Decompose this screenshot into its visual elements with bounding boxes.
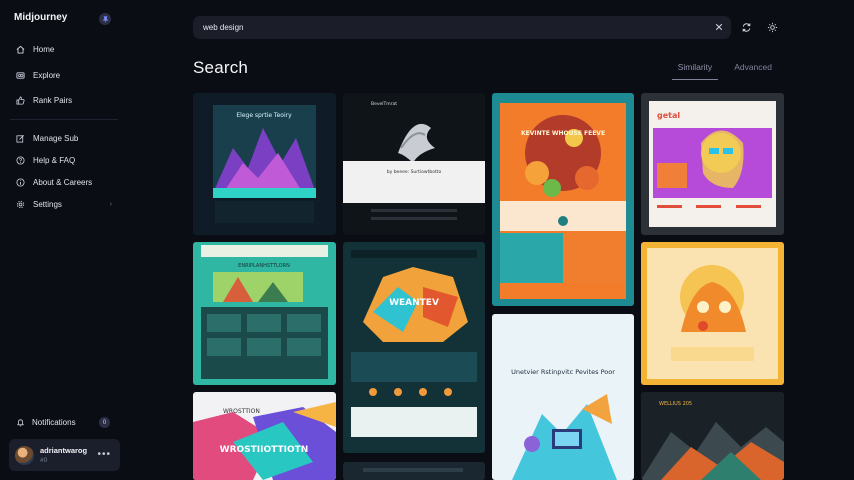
nav-item-label: Rank Pairs — [33, 96, 73, 106]
notifications-label: Notifications — [32, 417, 76, 427]
info-icon — [16, 177, 25, 187]
result-image-caption: WROSTIIOTTIOTN — [220, 445, 309, 455]
search-input[interactable]: web design — [193, 16, 731, 39]
nav-item-home[interactable]: Home — [10, 37, 118, 63]
result-image-card[interactable]: WROSTTION WROSTIIOTTIOTN — [193, 392, 336, 480]
result-image-card[interactable]: getal — [641, 93, 784, 235]
chevron-right-icon: › — [109, 200, 112, 208]
explore-icon — [16, 72, 25, 79]
nav-item-settings[interactable]: Settings › — [10, 193, 118, 215]
result-image-caption: by beeee: Surtiowtbotto — [387, 169, 442, 175]
nav-item-label: About & Careers — [33, 177, 93, 187]
thumbs-up-icon — [16, 96, 25, 105]
nav-item-label: Manage Sub — [33, 133, 79, 143]
result-image-caption: WEANTEV — [389, 298, 439, 308]
result-image-caption: getal — [657, 111, 680, 120]
result-image-caption: KEVINTE WHOUSE FEEVE — [521, 130, 605, 137]
nav-item-about[interactable]: About & Careers — [10, 171, 118, 193]
nav-item-label: Explore — [33, 70, 61, 80]
result-image-card[interactable] — [641, 242, 784, 385]
edit-icon — [16, 134, 24, 143]
nav-item-manage-sub[interactable]: Manage Sub — [10, 127, 118, 149]
nav-item-help[interactable]: Help & FAQ — [10, 149, 118, 171]
result-image-caption: Unetvier Rstinpvitc Pevites Poor — [511, 368, 615, 376]
result-image-card[interactable]: Elege sprtie Teoiry — [193, 93, 336, 235]
page-title: Search — [193, 58, 249, 77]
notifications-count-badge: 0 — [99, 417, 110, 428]
result-image-card[interactable]: BevelTmrat by beeee: Surtiowtbotto — [343, 93, 485, 235]
result-image-caption: BevelTmrat — [371, 101, 397, 107]
more-options-icon[interactable]: ••• — [97, 449, 111, 460]
sidebar-divider — [10, 119, 118, 120]
nav-item-rank-pairs[interactable]: Rank Pairs — [10, 88, 118, 114]
nav-item-explore[interactable]: Explore — [10, 63, 118, 89]
main-nav: Home Explore Rank Pairs — [10, 37, 118, 114]
search-input-value: web design — [203, 23, 244, 32]
help-icon — [16, 155, 25, 165]
sidebar: Midjourney Home Explore Rank Pairs Manag… — [0, 0, 124, 480]
nav-item-label: Help & FAQ — [33, 155, 76, 165]
secondary-nav: Manage Sub Help & FAQ About & Careers Se… — [10, 127, 118, 215]
tab-similarity[interactable]: Similarity — [671, 62, 719, 80]
result-image-card[interactable]: WEANTEV — [343, 242, 485, 453]
result-image-card[interactable]: KEVINTE WHOUSE FEEVE — [492, 93, 634, 306]
nav-item-label: Home — [33, 45, 55, 55]
result-image-caption: Elege sprtie Teoiry — [236, 112, 292, 119]
result-image-caption: WELLIUS 205 — [659, 401, 692, 407]
tab-advanced[interactable]: Advanced — [728, 62, 778, 80]
result-image-card[interactable]: Unetvier Rstinpvitc Pevites Poor — [492, 314, 634, 480]
result-image-card[interactable]: ENRIPLANHSTTLORN — [193, 242, 336, 385]
bell-icon — [17, 418, 24, 426]
user-card[interactable]: adriantwarog #0 ••• — [9, 439, 120, 471]
pin-icon[interactable] — [99, 13, 111, 25]
notifications-item[interactable]: Notifications 0 — [10, 414, 118, 430]
close-icon[interactable] — [713, 21, 725, 33]
gear-icon — [16, 200, 25, 208]
result-image-caption: ENRIPLANHSTTLORN — [238, 263, 290, 269]
user-tag: #0 — [40, 457, 48, 464]
nav-item-label: Settings — [33, 199, 62, 209]
user-name: adriantwarog — [40, 446, 88, 455]
home-icon — [16, 46, 25, 54]
result-image-card[interactable] — [343, 462, 485, 480]
search-mode-tabs: Similarity Advanced — [671, 62, 778, 80]
refresh-icon[interactable] — [739, 20, 753, 34]
avatar — [15, 445, 34, 465]
brightness-icon[interactable] — [765, 20, 779, 34]
result-image-card[interactable]: WELLIUS 205 — [641, 392, 784, 480]
brand-logo-text[interactable]: Midjourney — [14, 12, 67, 23]
